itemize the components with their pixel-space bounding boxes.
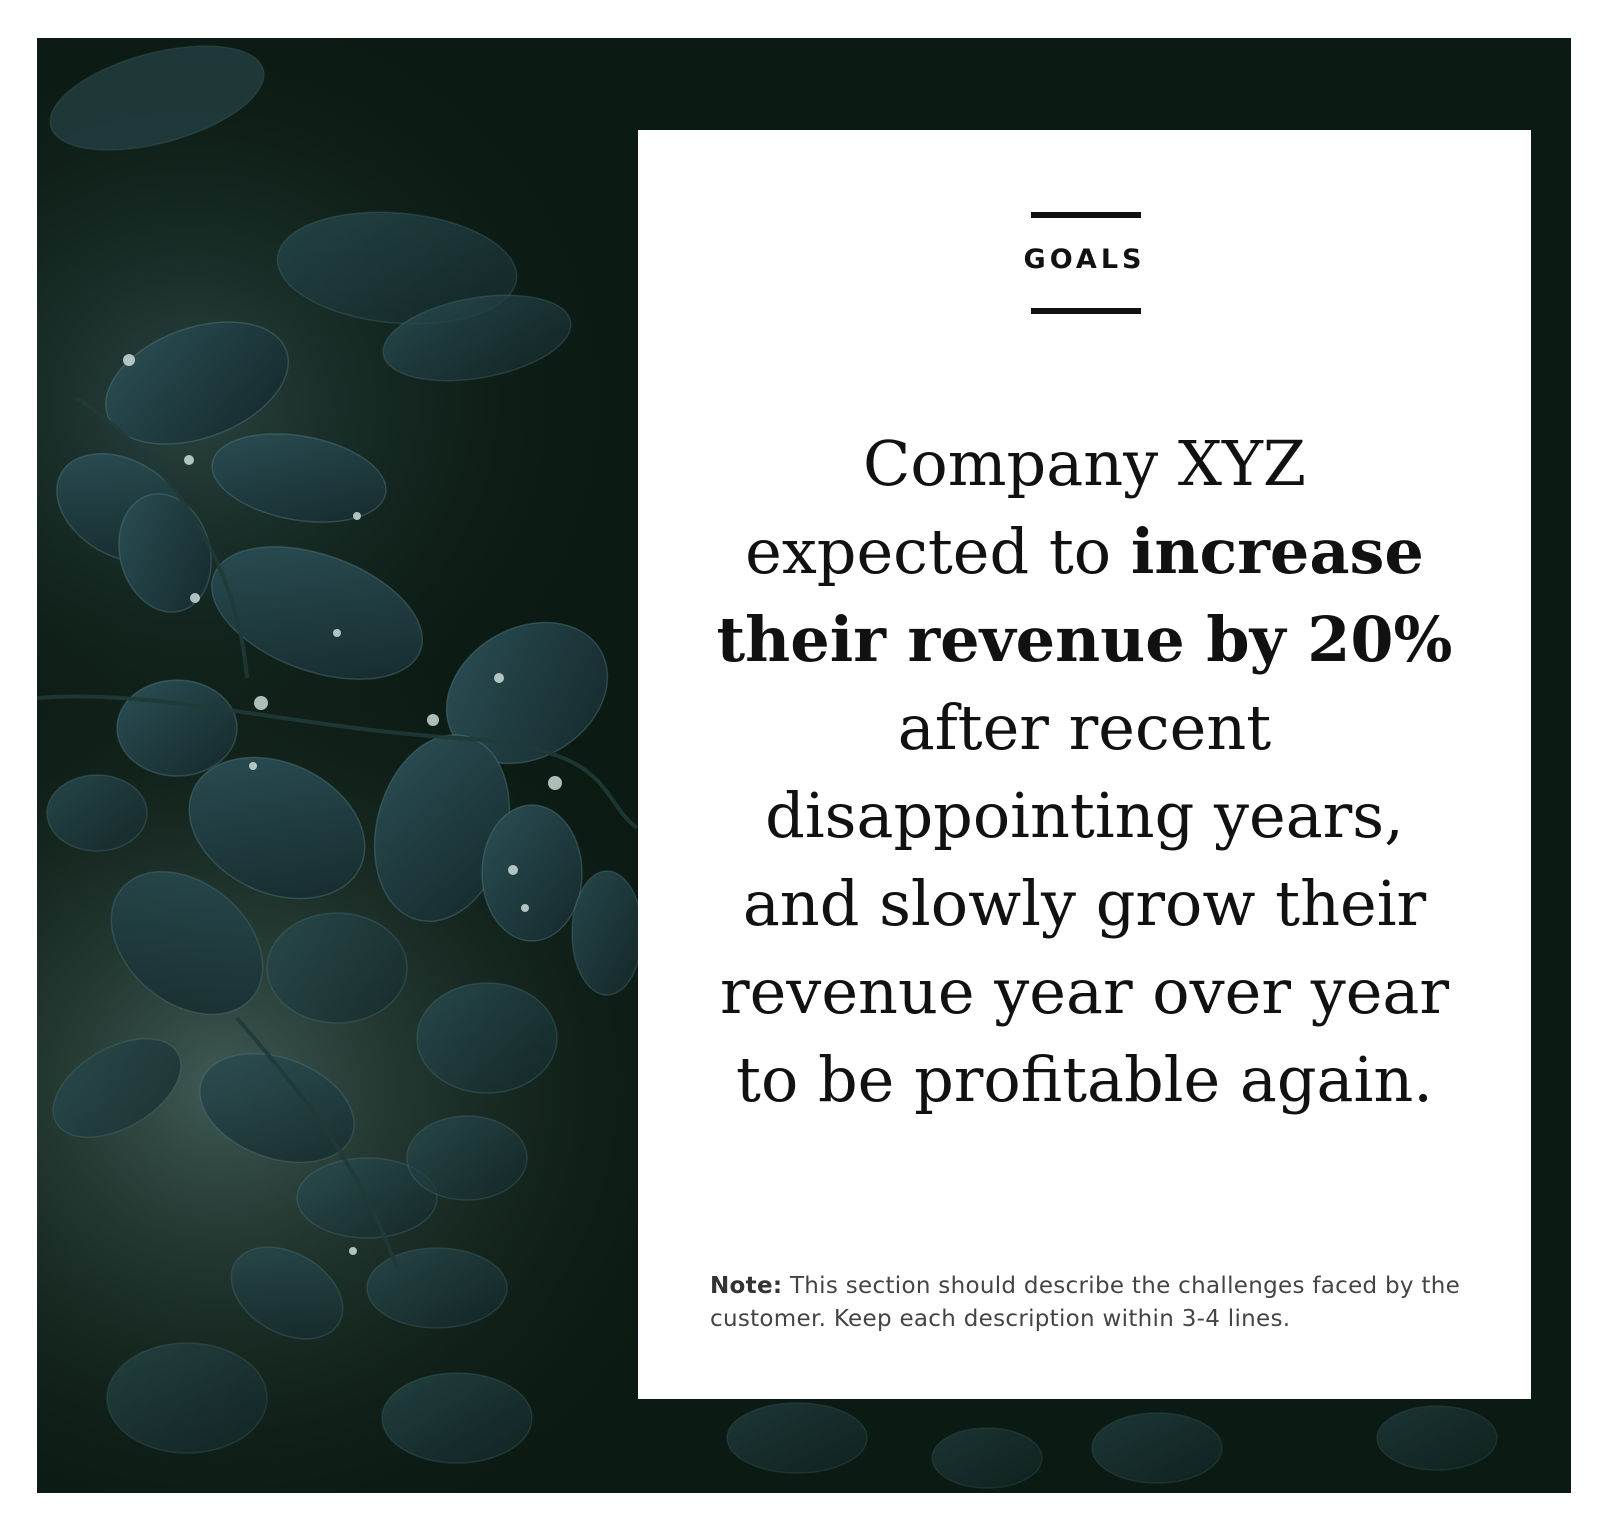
goal-headline: Company XYZ expected to increase their r…: [698, 420, 1471, 1124]
headline-text: revenue year over year: [719, 955, 1450, 1028]
headline-text: Company XYZ: [862, 427, 1307, 500]
headline-line: to be profitable again.: [698, 1036, 1471, 1124]
headline-line: expected to increase: [698, 508, 1471, 596]
headline-line: and slowly grow their: [698, 860, 1471, 948]
note-text: This section should describe the challen…: [710, 1273, 1461, 1332]
section-label: GOALS: [1023, 244, 1146, 275]
note-label: Note:: [710, 1273, 783, 1299]
top-rule: [1031, 212, 1141, 218]
headline-text: after recent: [897, 691, 1272, 764]
headline-bold-text: their revenue by 20%: [716, 603, 1453, 676]
headline-line: revenue year over year: [698, 948, 1471, 1036]
headline-line: their revenue by 20%: [698, 596, 1471, 684]
note-paragraph: Note: This section should describe the c…: [710, 1270, 1472, 1336]
headline-line: after recent: [698, 684, 1471, 772]
headline-text: and slowly grow their: [742, 867, 1427, 940]
bottom-rule: [1031, 308, 1141, 314]
headline-line: disappointing years,: [698, 772, 1471, 860]
goals-card: GOALS Company XYZ expected to increase t…: [638, 130, 1531, 1399]
headline-bold-text: increase: [1130, 515, 1424, 588]
headline-text: disappointing years,: [765, 779, 1404, 852]
headline-text: to be profitable again.: [736, 1043, 1433, 1116]
headline-line: Company XYZ: [698, 420, 1471, 508]
headline-text: expected to: [745, 515, 1131, 588]
page: GOALS Company XYZ expected to increase t…: [0, 0, 1600, 1530]
